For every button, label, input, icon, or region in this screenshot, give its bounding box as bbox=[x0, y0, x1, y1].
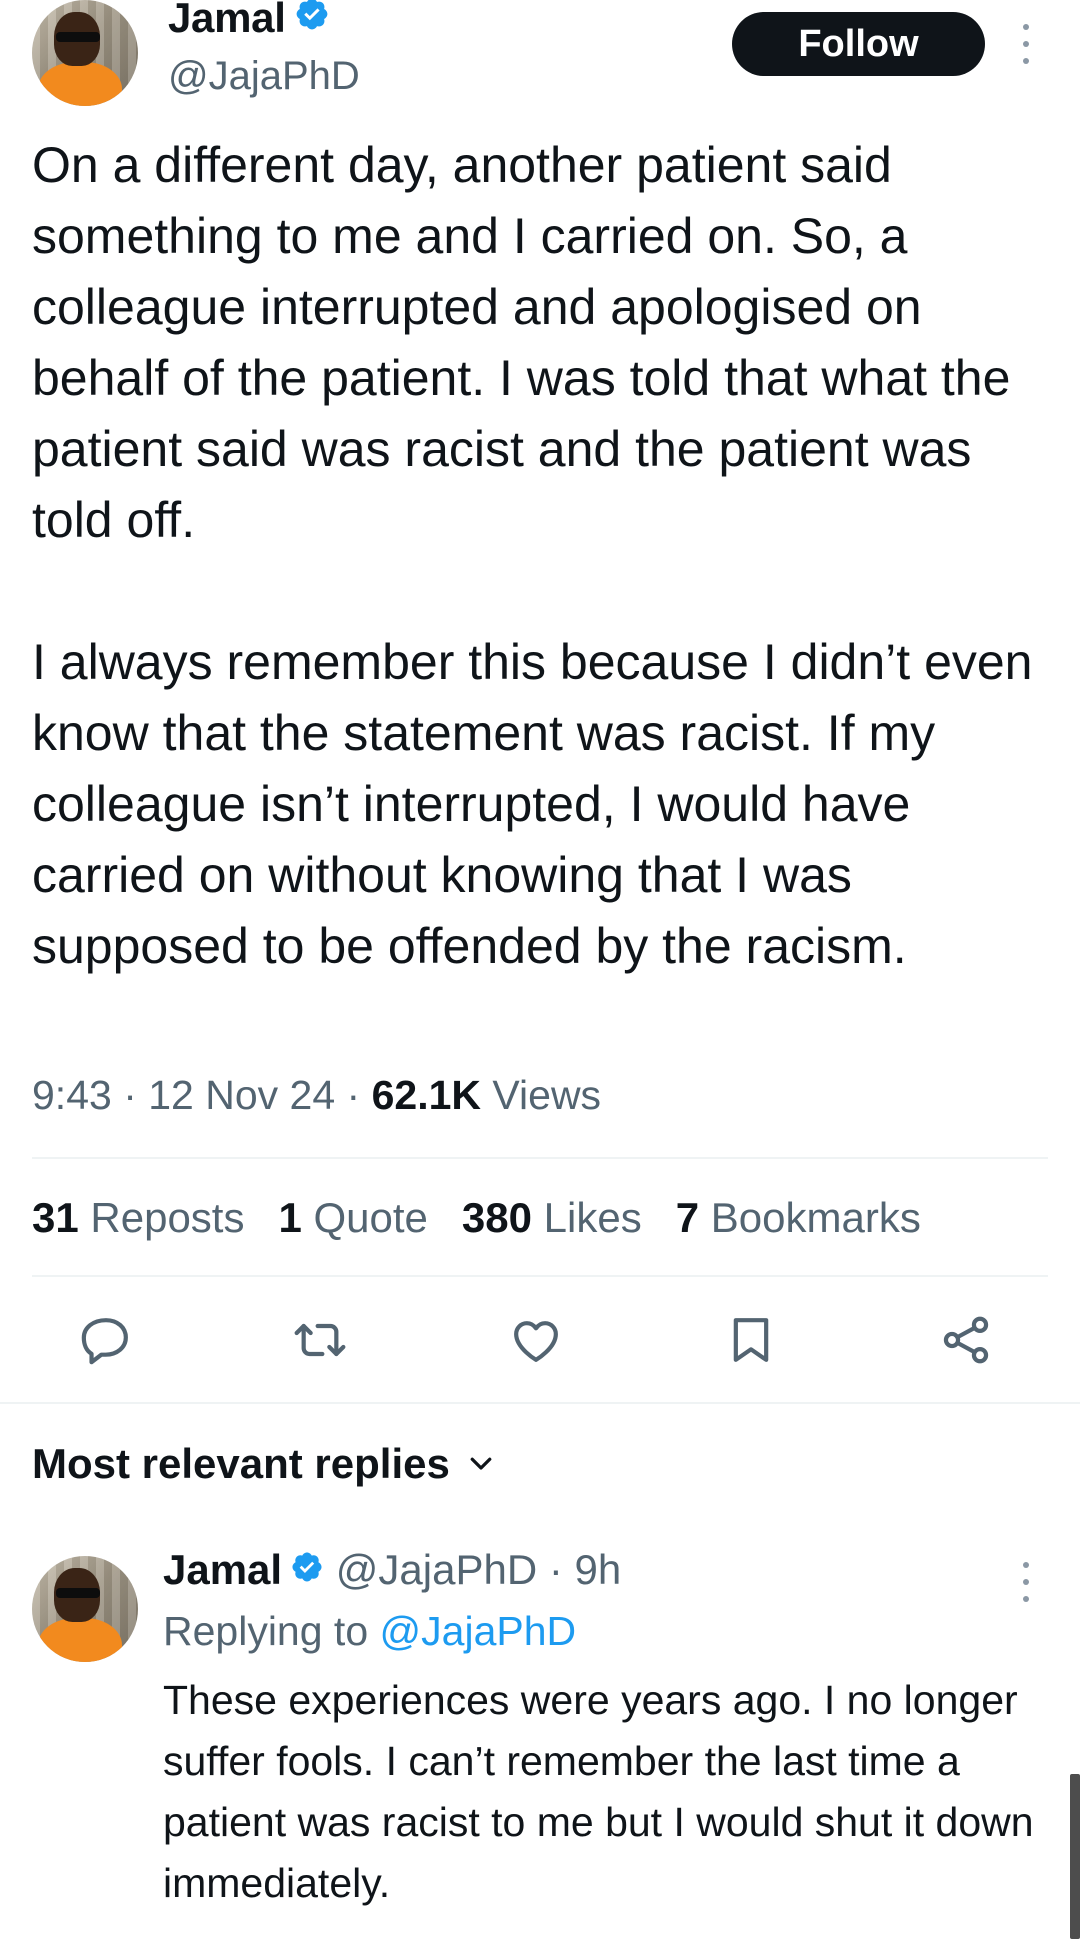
engagement-stats: 31 Reposts 1 Quote 380 Likes 7 Bookmarks bbox=[32, 1194, 1052, 1242]
replying-to-link[interactable]: @JajaPhD bbox=[380, 1608, 577, 1654]
replies-heading: Most relevant replies bbox=[32, 1440, 450, 1487]
tweet-detail-page: Jamal @JajaPhD Follow On a different day… bbox=[0, 0, 1080, 1939]
views-count: 62.1K bbox=[371, 1072, 482, 1118]
reposts-stat[interactable]: 31 Reposts bbox=[32, 1194, 244, 1242]
quotes-count: 1 bbox=[278, 1194, 302, 1241]
follow-button[interactable]: Follow bbox=[732, 12, 985, 76]
bookmarks-count: 7 bbox=[675, 1194, 700, 1241]
reply-author-line: Jamal @JajaPhD · 9h bbox=[163, 1546, 621, 1594]
replies-sort-dropdown[interactable]: Most relevant replies bbox=[32, 1440, 496, 1488]
divider bbox=[32, 1157, 1048, 1159]
reply-author-name[interactable]: Jamal bbox=[163, 1546, 282, 1593]
verified-badge-icon bbox=[294, 0, 330, 42]
author-name-text[interactable]: Jamal bbox=[168, 0, 286, 41]
share-icon[interactable] bbox=[936, 1310, 996, 1370]
reposts-label: Reposts bbox=[90, 1194, 245, 1241]
bookmarks-label: Bookmarks bbox=[710, 1194, 921, 1241]
tweet-text: On a different day, another patient said… bbox=[32, 137, 1033, 974]
reply-author-handle[interactable]: @JajaPhD bbox=[336, 1546, 537, 1593]
reply-icon[interactable] bbox=[76, 1310, 136, 1370]
reply-text: These experiences were years ago. I no l… bbox=[163, 1677, 1034, 1906]
tweet-meta: 9:43 · 12 Nov 24 · 62.1K Views bbox=[32, 1072, 601, 1119]
replying-to-prefix: Replying to bbox=[163, 1608, 369, 1654]
likes-label: Likes bbox=[543, 1194, 642, 1241]
repost-icon[interactable] bbox=[290, 1310, 350, 1370]
reply-time[interactable]: 9h bbox=[574, 1546, 621, 1593]
quotes-stat[interactable]: 1 Quote bbox=[278, 1194, 427, 1242]
section-divider bbox=[0, 1402, 1080, 1404]
scrollbar[interactable] bbox=[1070, 1774, 1080, 1939]
reposts-count: 31 bbox=[32, 1194, 79, 1241]
divider bbox=[32, 1275, 1048, 1277]
bookmarks-stat[interactable]: 7 Bookmarks bbox=[676, 1194, 921, 1242]
more-options-icon[interactable] bbox=[1016, 24, 1036, 64]
like-icon[interactable] bbox=[506, 1310, 566, 1370]
more-options-icon[interactable] bbox=[1016, 1562, 1036, 1602]
action-bar bbox=[50, 1310, 1030, 1374]
views-label: Views bbox=[492, 1072, 602, 1118]
replying-to-line: Replying to @JajaPhD bbox=[163, 1608, 576, 1655]
tweet-header: Jamal @JajaPhD Follow bbox=[0, 0, 1080, 120]
meta-separator: · bbox=[537, 1546, 575, 1593]
author-name[interactable]: Jamal bbox=[168, 0, 330, 42]
quotes-label: Quote bbox=[313, 1194, 428, 1241]
tweet-date[interactable]: 12 Nov 24 bbox=[148, 1072, 335, 1118]
tweet-time[interactable]: 9:43 bbox=[32, 1072, 112, 1118]
likes-count: 380 bbox=[461, 1194, 532, 1241]
meta-separator: · bbox=[111, 1072, 149, 1118]
author-avatar[interactable] bbox=[32, 0, 138, 106]
author-handle[interactable]: @JajaPhD bbox=[168, 54, 360, 99]
chevron-down-icon bbox=[466, 1440, 496, 1488]
reply-author-avatar[interactable] bbox=[32, 1556, 138, 1662]
bookmark-icon[interactable] bbox=[721, 1310, 781, 1370]
likes-stat[interactable]: 380 Likes bbox=[462, 1194, 642, 1242]
meta-separator: · bbox=[335, 1072, 372, 1118]
verified-badge-icon bbox=[290, 1546, 324, 1594]
